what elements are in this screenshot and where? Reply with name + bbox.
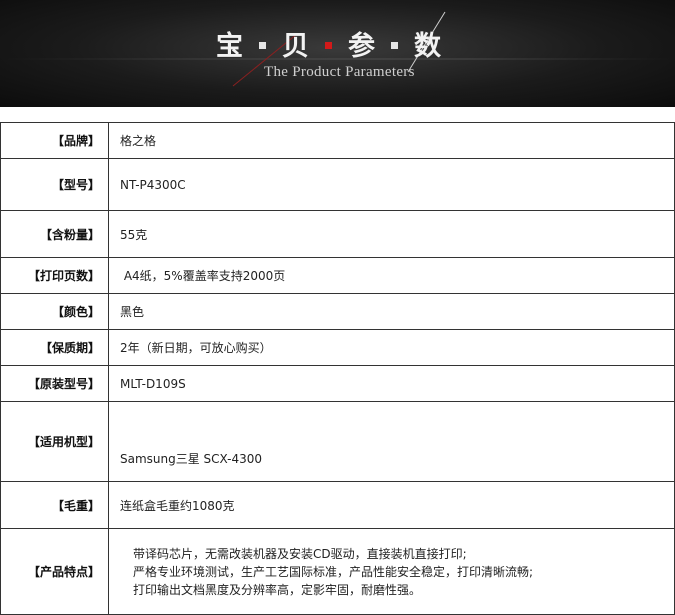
param-label: 【产品特点】 [0, 528, 109, 615]
param-label: 【毛重】 [0, 481, 109, 529]
feature-line: 带译码芯片，无需改装机器及安装CD驱动，直接装机直接打印; [133, 546, 467, 561]
table-row: 【打印页数】 A4纸，5%覆盖率支持2000页 [0, 257, 675, 294]
feature-line: 严格专业环境测试，生产工艺国际标准，产品性能安全稳定，打印清晰流畅; [133, 564, 534, 579]
param-label: 【含粉量】 [0, 210, 109, 258]
param-label: 【颜色】 [0, 293, 109, 330]
banner-dot-red [325, 42, 332, 49]
param-value: 55克 [108, 210, 675, 258]
param-value: Samsung三星 SCX-4300 [120, 452, 263, 466]
param-value: 格之格 [108, 122, 675, 159]
product-parameters-banner: 宝 贝 参 数 The Product Parameters [0, 0, 675, 107]
param-label: 【适用机型】 [0, 401, 109, 482]
banner-subtitle: The Product Parameters [264, 64, 415, 80]
param-value: 黑色 [108, 293, 675, 330]
param-value: NT-P4300C [108, 158, 675, 211]
banner-title-char: 宝 [216, 31, 243, 62]
param-value: 2年（新日期，可放心购买） [108, 329, 675, 366]
table-row: 【含粉量】 55克 [0, 210, 675, 258]
param-value-cell: Samsung三星 SCX-4300 [108, 401, 675, 482]
banner-title-char: 数 [414, 31, 441, 62]
table-row: 【适用机型】 Samsung三星 SCX-4300 [0, 401, 675, 482]
param-label: 【保质期】 [0, 329, 109, 366]
param-label: 【品牌】 [0, 122, 109, 159]
param-value: 连纸盒毛重约1080克 [108, 481, 675, 529]
feature-line: 打印输出文档黑度及分辨率高，定影牢固，耐磨性强。 [133, 582, 422, 597]
param-value: A4纸，5%覆盖率支持2000页 [108, 257, 675, 294]
banner-title: 宝贝参数 [216, 24, 441, 64]
table-row: 【品牌】 格之格 [0, 122, 675, 159]
banner-dot [391, 42, 398, 49]
banner-title-char: 参 [348, 31, 375, 62]
table-row: 【原装型号】 MLT-D109S [0, 365, 675, 402]
param-label: 【原装型号】 [0, 365, 109, 402]
param-value: MLT-D109S [108, 365, 675, 402]
table-row: 【保质期】 2年（新日期，可放心购买） [0, 329, 675, 366]
feature-lines: 带译码芯片，无需改装机器及安装CD驱动，直接装机直接打印; 严格专业环境测试，生… [120, 545, 674, 599]
banner-dot [259, 42, 266, 49]
parameters-table: 【品牌】 格之格 【型号】 NT-P4300C 【含粉量】 55克 【打印页数】… [0, 122, 675, 615]
banner-title-char: 贝 [282, 31, 309, 62]
table-row: 【毛重】 连纸盒毛重约1080克 [0, 481, 675, 529]
table-row: 【产品特点】 带译码芯片，无需改装机器及安装CD驱动，直接装机直接打印; 严格专… [0, 528, 675, 615]
table-row: 【颜色】 黑色 [0, 293, 675, 330]
param-label: 【打印页数】 [0, 257, 109, 294]
param-value-cell: 带译码芯片，无需改装机器及安装CD驱动，直接装机直接打印; 严格专业环境测试，生… [108, 528, 675, 615]
param-label: 【型号】 [0, 158, 109, 211]
table-row: 【型号】 NT-P4300C [0, 158, 675, 211]
